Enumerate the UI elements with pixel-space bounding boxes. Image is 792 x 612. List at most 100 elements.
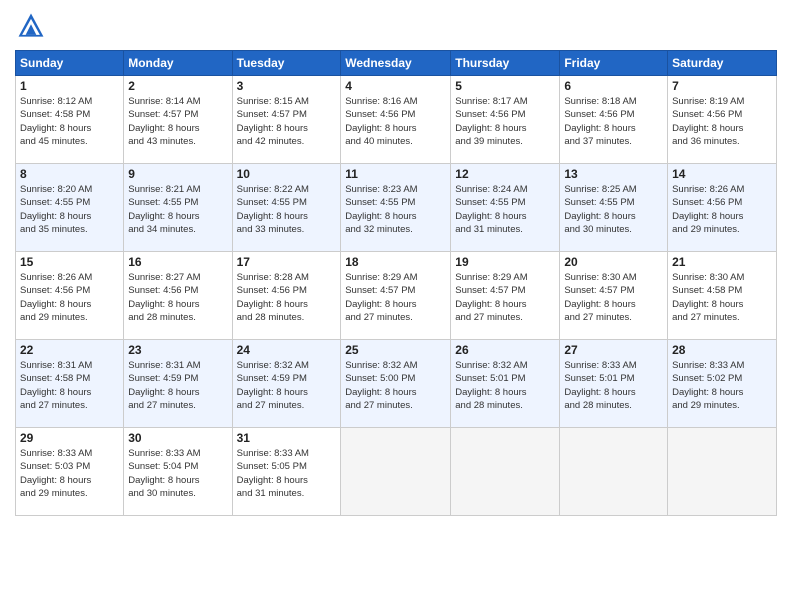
calendar-cell: 4Sunrise: 8:16 AM Sunset: 4:56 PM Daylig… <box>341 76 451 164</box>
day-number: 17 <box>237 255 337 269</box>
day-info: Sunrise: 8:20 AM Sunset: 4:55 PM Dayligh… <box>20 183 119 236</box>
day-number: 8 <box>20 167 119 181</box>
day-info: Sunrise: 8:27 AM Sunset: 4:56 PM Dayligh… <box>128 271 227 324</box>
calendar-cell: 6 Sunrise: 8:18 AM Sunset: 4:56 PM Daylig… <box>560 76 668 164</box>
day-info: Sunrise: 8:33 AM Sunset: 5:04 PM Dayligh… <box>128 447 227 500</box>
day-number: 3 <box>237 79 337 93</box>
calendar-cell <box>560 428 668 516</box>
day-number: 12 <box>455 167 555 181</box>
calendar-cell: 22Sunrise: 8:31 AM Sunset: 4:58 PM Dayli… <box>16 340 124 428</box>
day-info: Sunrise: 8:29 AM Sunset: 4:57 PM Dayligh… <box>455 271 555 324</box>
calendar-cell: 31Sunrise: 8:33 AM Sunset: 5:05 PM Dayli… <box>232 428 341 516</box>
day-header-saturday: Saturday <box>668 51 777 76</box>
day-info: Sunrise: 8:33 AM Sunset: 5:01 PM Dayligh… <box>564 359 663 412</box>
page-header <box>15 10 777 42</box>
calendar-cell: 29 Sunrise: 8:33 AM Sunset: 5:03 PM Dayli… <box>16 428 124 516</box>
calendar-page: SundayMondayTuesdayWednesdayThursdayFrid… <box>0 0 792 612</box>
calendar-week-4: 22Sunrise: 8:31 AM Sunset: 4:58 PM Dayli… <box>16 340 777 428</box>
calendar-cell: 8 Sunrise: 8:20 AM Sunset: 4:55 PM Daylig… <box>16 164 124 252</box>
day-info: Sunrise: 8:21 AM Sunset: 4:55 PM Dayligh… <box>128 183 227 236</box>
calendar-cell <box>451 428 560 516</box>
day-info: Sunrise: 8:12 AM Sunset: 4:58 PM Dayligh… <box>20 95 119 148</box>
calendar-cell: 24 Sunrise: 8:32 AM Sunset: 4:59 PM Dayli… <box>232 340 341 428</box>
day-number: 6 <box>564 79 663 93</box>
logo <box>15 10 51 42</box>
calendar-cell: 16 Sunrise: 8:27 AM Sunset: 4:56 PM Dayli… <box>124 252 232 340</box>
day-number: 7 <box>672 79 772 93</box>
day-info: Sunrise: 8:33 AM Sunset: 5:02 PM Dayligh… <box>672 359 772 412</box>
day-header-tuesday: Tuesday <box>232 51 341 76</box>
day-number: 14 <box>672 167 772 181</box>
day-info: Sunrise: 8:31 AM Sunset: 4:58 PM Dayligh… <box>20 359 119 412</box>
day-number: 10 <box>237 167 337 181</box>
day-info: Sunrise: 8:23 AM Sunset: 4:55 PM Dayligh… <box>345 183 446 236</box>
calendar-cell: 1 Sunrise: 8:12 AM Sunset: 4:58 PM Daylig… <box>16 76 124 164</box>
calendar-cell: 7 Sunrise: 8:19 AM Sunset: 4:56 PM Daylig… <box>668 76 777 164</box>
day-info: Sunrise: 8:22 AM Sunset: 4:55 PM Dayligh… <box>237 183 337 236</box>
calendar-cell: 3 Sunrise: 8:15 AM Sunset: 4:57 PM Daylig… <box>232 76 341 164</box>
day-number: 18 <box>345 255 446 269</box>
day-info: Sunrise: 8:30 AM Sunset: 4:58 PM Dayligh… <box>672 271 772 324</box>
calendar-cell: 10 Sunrise: 8:22 AM Sunset: 4:55 PM Dayli… <box>232 164 341 252</box>
day-info: Sunrise: 8:33 AM Sunset: 5:05 PM Dayligh… <box>237 447 337 500</box>
day-number: 16 <box>128 255 227 269</box>
day-number: 9 <box>128 167 227 181</box>
calendar-cell: 13Sunrise: 8:25 AM Sunset: 4:55 PM Dayli… <box>560 164 668 252</box>
calendar-week-3: 15 Sunrise: 8:26 AM Sunset: 4:56 PM Dayli… <box>16 252 777 340</box>
calendar-cell: 20Sunrise: 8:30 AM Sunset: 4:57 PM Dayli… <box>560 252 668 340</box>
day-number: 27 <box>564 343 663 357</box>
day-number: 30 <box>128 431 227 445</box>
day-number: 23 <box>128 343 227 357</box>
day-info: Sunrise: 8:26 AM Sunset: 4:56 PM Dayligh… <box>20 271 119 324</box>
day-info: Sunrise: 8:32 AM Sunset: 4:59 PM Dayligh… <box>237 359 337 412</box>
day-info: Sunrise: 8:14 AM Sunset: 4:57 PM Dayligh… <box>128 95 227 148</box>
calendar-cell: 21 Sunrise: 8:30 AM Sunset: 4:58 PM Dayli… <box>668 252 777 340</box>
day-info: Sunrise: 8:19 AM Sunset: 4:56 PM Dayligh… <box>672 95 772 148</box>
calendar-cell: 12 Sunrise: 8:24 AM Sunset: 4:55 PM Dayli… <box>451 164 560 252</box>
day-number: 11 <box>345 167 446 181</box>
day-header-monday: Monday <box>124 51 232 76</box>
day-info: Sunrise: 8:26 AM Sunset: 4:56 PM Dayligh… <box>672 183 772 236</box>
day-info: Sunrise: 8:30 AM Sunset: 4:57 PM Dayligh… <box>564 271 663 324</box>
calendar-cell: 9 Sunrise: 8:21 AM Sunset: 4:55 PM Daylig… <box>124 164 232 252</box>
day-info: Sunrise: 8:24 AM Sunset: 4:55 PM Dayligh… <box>455 183 555 236</box>
day-info: Sunrise: 8:31 AM Sunset: 4:59 PM Dayligh… <box>128 359 227 412</box>
day-number: 13 <box>564 167 663 181</box>
calendar-cell: 17Sunrise: 8:28 AM Sunset: 4:56 PM Dayli… <box>232 252 341 340</box>
calendar-body: 1 Sunrise: 8:12 AM Sunset: 4:58 PM Daylig… <box>16 76 777 516</box>
day-info: Sunrise: 8:18 AM Sunset: 4:56 PM Dayligh… <box>564 95 663 148</box>
calendar-cell: 27 Sunrise: 8:33 AM Sunset: 5:01 PM Dayli… <box>560 340 668 428</box>
calendar-cell: 19 Sunrise: 8:29 AM Sunset: 4:57 PM Dayli… <box>451 252 560 340</box>
calendar-table: SundayMondayTuesdayWednesdayThursdayFrid… <box>15 50 777 516</box>
calendar-cell: 5 Sunrise: 8:17 AM Sunset: 4:56 PM Daylig… <box>451 76 560 164</box>
calendar-week-2: 8 Sunrise: 8:20 AM Sunset: 4:55 PM Daylig… <box>16 164 777 252</box>
day-number: 2 <box>128 79 227 93</box>
day-number: 15 <box>20 255 119 269</box>
day-info: Sunrise: 8:17 AM Sunset: 4:56 PM Dayligh… <box>455 95 555 148</box>
calendar-cell <box>341 428 451 516</box>
day-info: Sunrise: 8:16 AM Sunset: 4:56 PM Dayligh… <box>345 95 446 148</box>
calendar-week-1: 1 Sunrise: 8:12 AM Sunset: 4:58 PM Daylig… <box>16 76 777 164</box>
day-number: 1 <box>20 79 119 93</box>
day-number: 5 <box>455 79 555 93</box>
day-header-sunday: Sunday <box>16 51 124 76</box>
day-info: Sunrise: 8:32 AM Sunset: 5:01 PM Dayligh… <box>455 359 555 412</box>
day-header-friday: Friday <box>560 51 668 76</box>
logo-icon <box>15 10 47 42</box>
calendar-cell: 15 Sunrise: 8:26 AM Sunset: 4:56 PM Dayli… <box>16 252 124 340</box>
day-number: 19 <box>455 255 555 269</box>
calendar-cell: 28 Sunrise: 8:33 AM Sunset: 5:02 PM Dayli… <box>668 340 777 428</box>
day-info: Sunrise: 8:15 AM Sunset: 4:57 PM Dayligh… <box>237 95 337 148</box>
day-number: 28 <box>672 343 772 357</box>
calendar-cell: 2 Sunrise: 8:14 AM Sunset: 4:57 PM Daylig… <box>124 76 232 164</box>
calendar-cell: 14 Sunrise: 8:26 AM Sunset: 4:56 PM Dayli… <box>668 164 777 252</box>
day-number: 25 <box>345 343 446 357</box>
calendar-week-5: 29 Sunrise: 8:33 AM Sunset: 5:03 PM Dayli… <box>16 428 777 516</box>
day-number: 24 <box>237 343 337 357</box>
day-number: 21 <box>672 255 772 269</box>
day-info: Sunrise: 8:29 AM Sunset: 4:57 PM Dayligh… <box>345 271 446 324</box>
day-info: Sunrise: 8:33 AM Sunset: 5:03 PM Dayligh… <box>20 447 119 500</box>
day-info: Sunrise: 8:32 AM Sunset: 5:00 PM Dayligh… <box>345 359 446 412</box>
calendar-header-row: SundayMondayTuesdayWednesdayThursdayFrid… <box>16 51 777 76</box>
day-number: 29 <box>20 431 119 445</box>
